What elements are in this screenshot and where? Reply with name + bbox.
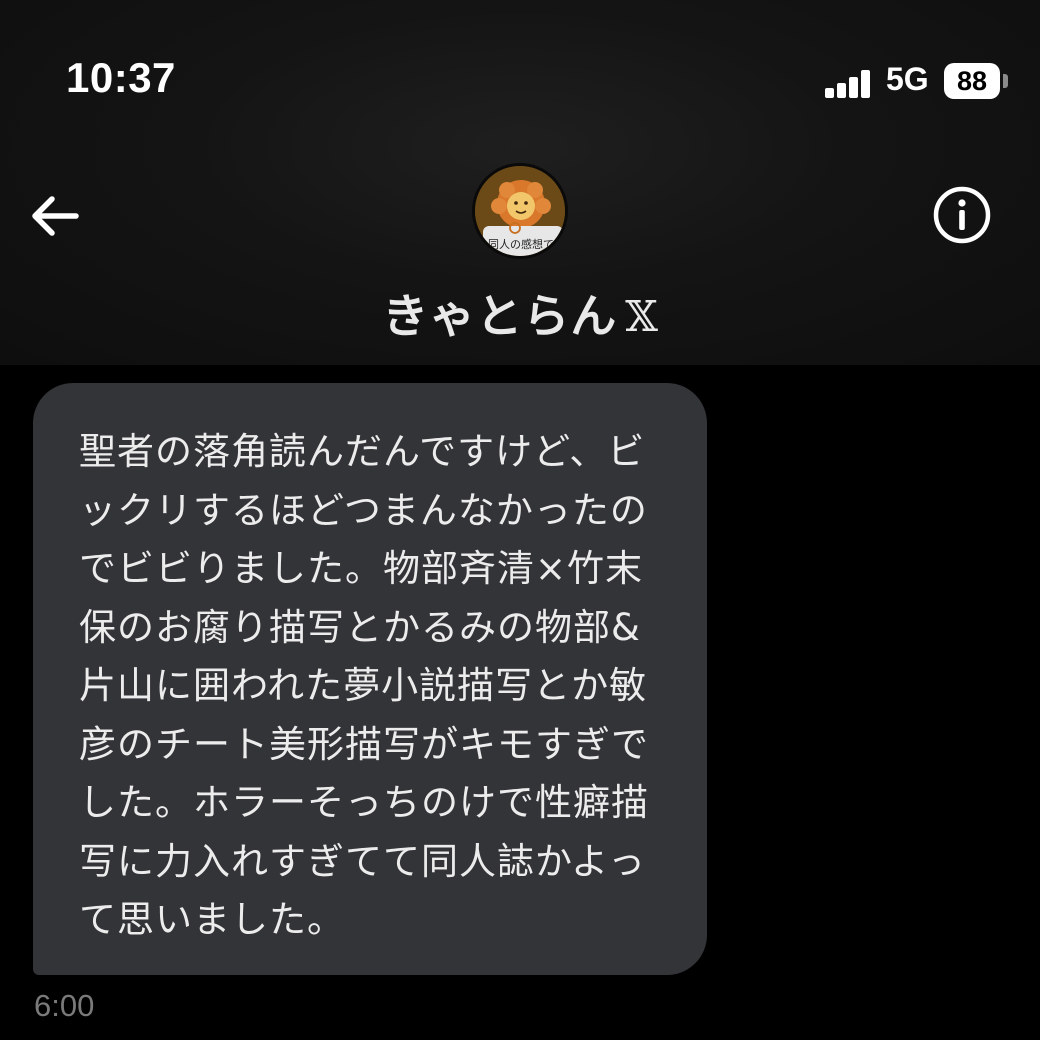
back-button[interactable] [28,188,84,244]
arrow-left-icon [32,196,79,236]
info-button[interactable] [930,183,994,247]
info-circle-icon [933,186,991,244]
contact-name-row[interactable]: きゃとらん 𝕏 [0,280,1040,346]
battery-tip [1003,74,1008,88]
avatar[interactable]: 同人の感想で [472,163,568,259]
status-bar-time: 10:37 [66,54,176,101]
message-timestamp: 6:00 [34,988,95,1023]
network-type: 5G [886,61,929,97]
avatar-text: 同人の感想で [488,237,554,251]
lion-avatar-image: 同人の感想で [475,166,565,256]
battery-icon: 88 [944,63,1000,99]
message-bubble[interactable]: 聖者の落角読んだんですけど、ビ ックリするほどつまんなかったの でビビりました。… [33,383,707,975]
x-logo-icon: 𝕏 [625,291,658,341]
cellular-signal-icon [825,66,875,98]
battery-level: 88 [956,65,988,96]
message-text: 聖者の落角読んだんですけど、ビ ックリするほどつまんなかったの でビビりました。… [79,430,649,941]
contact-name: きゃとらん [382,289,618,343]
